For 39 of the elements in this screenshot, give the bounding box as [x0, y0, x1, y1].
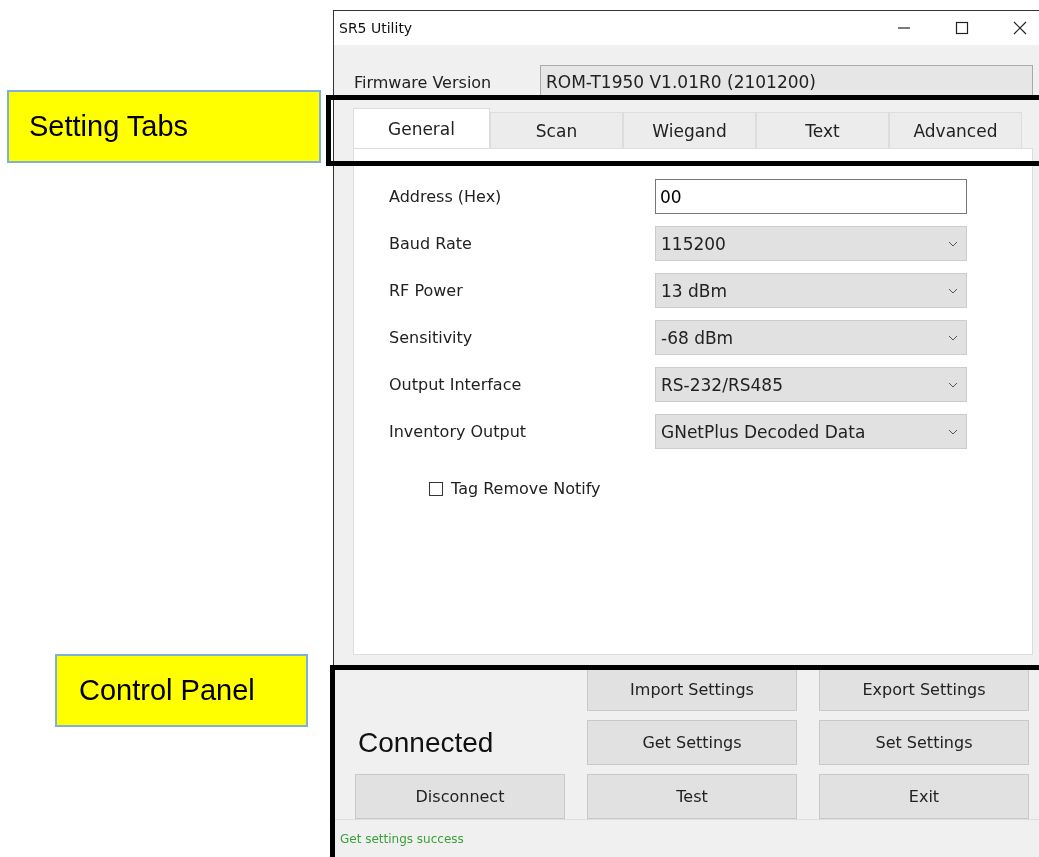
connection-status: Connected	[357, 726, 495, 759]
dropdown[interactable]: 115200	[655, 226, 967, 261]
field-label: Inventory Output	[389, 422, 528, 441]
dropdown[interactable]: GNetPlus Decoded Data	[655, 414, 967, 449]
chevron-icon	[948, 428, 958, 435]
field-label: Baud Rate	[389, 234, 473, 253]
tab[interactable]: General	[353, 108, 490, 148]
action-button[interactable]: Exit	[819, 774, 1029, 819]
chevron-icon	[948, 240, 958, 247]
tab[interactable]: Advanced	[889, 112, 1022, 148]
tab[interactable]: Text	[756, 112, 889, 148]
chevron-icon	[948, 334, 958, 341]
checkbox-label: Tag Remove Notify	[451, 479, 601, 498]
action-button[interactable]: Get Settings	[587, 720, 797, 765]
firmware-label: Firmware Version	[354, 72, 493, 92]
callout-label: Setting Tabs	[7, 90, 321, 163]
status-message: Get settings success	[340, 831, 464, 846]
field-label: Sensitivity	[389, 328, 474, 347]
tab[interactable]: Scan	[490, 112, 623, 148]
field-label: Address (Hex)	[389, 187, 503, 206]
field-label: RF Power	[389, 281, 464, 300]
chevron-icon	[948, 381, 958, 388]
dropdown[interactable]: 13 dBm	[655, 273, 967, 308]
checkbox[interactable]	[429, 481, 443, 496]
callout-label: Control Panel	[55, 654, 308, 727]
action-button[interactable]: Export Settings	[819, 668, 1029, 711]
field-label: Output Interface	[389, 375, 523, 394]
maximize-icon[interactable]	[955, 21, 969, 35]
input-field[interactable]: 00	[655, 179, 967, 214]
tab[interactable]: Wiegand	[623, 112, 756, 148]
action-button[interactable]: Disconnect	[355, 774, 565, 819]
chevron-icon	[948, 287, 958, 294]
dropdown[interactable]: RS-232/RS485	[655, 367, 967, 402]
close-icon[interactable]	[1013, 21, 1027, 35]
window-title: SR5 Utility	[339, 20, 413, 36]
action-button[interactable]: Set Settings	[819, 720, 1029, 765]
action-button[interactable]: Test	[587, 774, 797, 819]
dropdown[interactable]: -68 dBm	[655, 320, 967, 355]
action-button[interactable]: Import Settings	[587, 668, 797, 711]
